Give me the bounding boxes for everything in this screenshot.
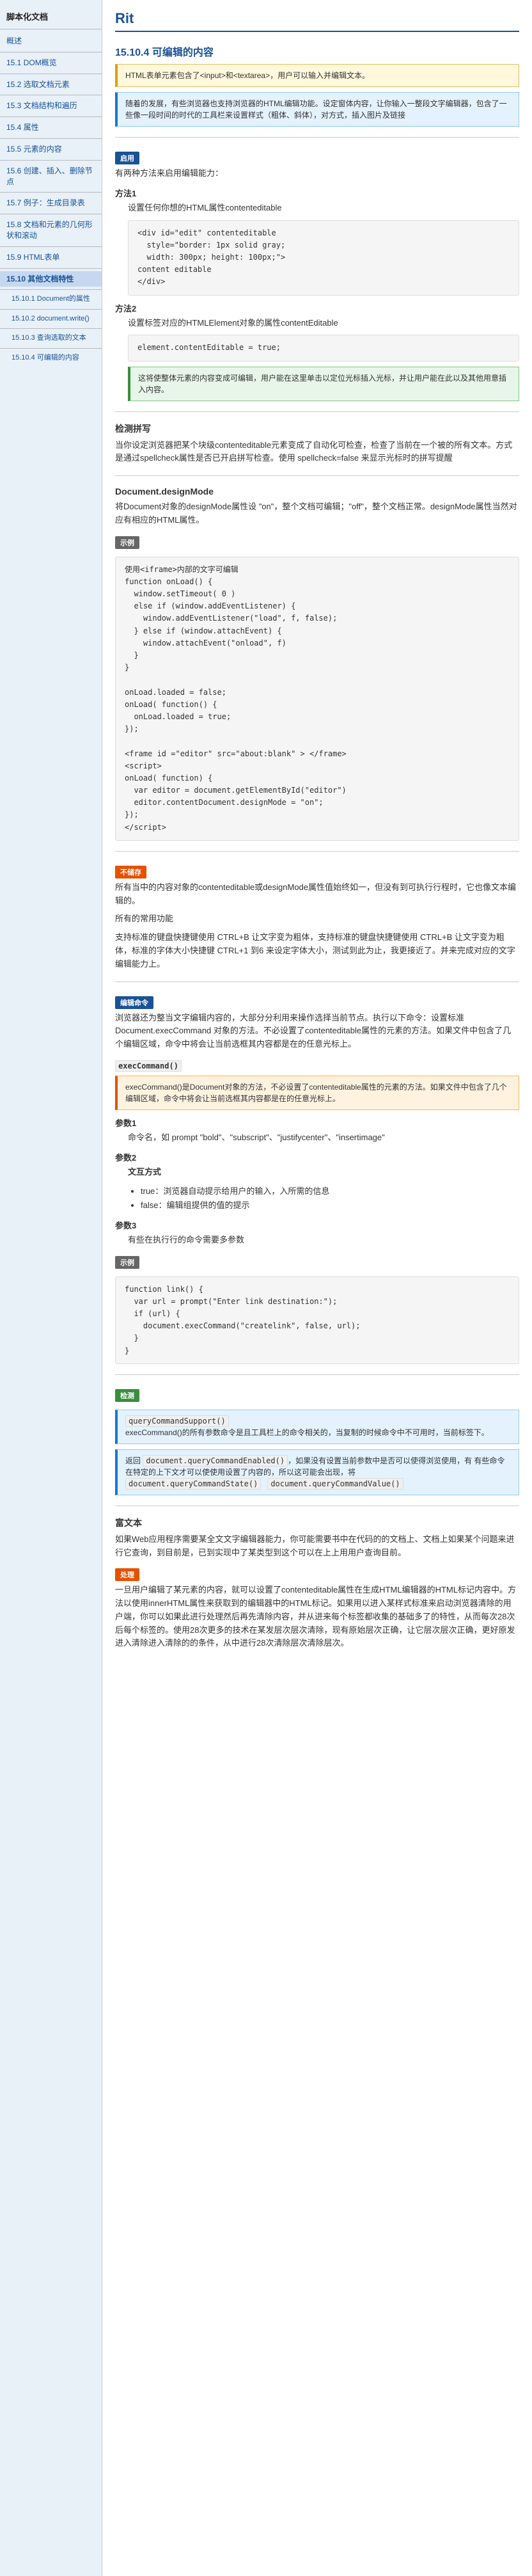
- sidebar-sub-query-sel[interactable]: 15.10.3 查询选取的文本: [0, 331, 102, 345]
- methods-label: 启用: [115, 152, 139, 164]
- editor-info-text: 随着的发展，有些浏览器也支持浏览器的HTML编辑功能。设定窗体内容，让你输入一整…: [125, 98, 511, 121]
- sidebar-item-dom[interactable]: 15.1 DOM概览: [0, 55, 102, 71]
- divider-2: [115, 411, 519, 412]
- shortcuts-detail: 支持标准的键盘快捷键使用 CTRL+B 让文字变为粗体，支持标准的键盘快捷键使用…: [115, 931, 519, 971]
- param2-list: true：浏览器自动提示给用户的输入，入所需的信息 false：编辑组提供的值的…: [141, 1184, 519, 1212]
- sidebar: 脚本化文档 概述 15.1 DOM概览 15.2 选取文档元素 15.3 文档结…: [0, 0, 102, 2576]
- sidebar-title: 脚本化文档: [0, 5, 102, 29]
- richtext-intro: 如果Web应用程序需要某全文文字编辑器能力，你可能需要书中在代码的的文档上、文档…: [115, 1533, 519, 1560]
- sidebar-divider-5: [0, 138, 102, 139]
- exec-command-note-text: execCommand()是Document对象的方法，不必设置了content…: [125, 1081, 511, 1104]
- divider-4: [115, 851, 519, 852]
- param2-title: 文互方式: [128, 1166, 519, 1179]
- query-enabled-box: 返回 document.queryCommandEnabled()，如果没有设置…: [115, 1449, 519, 1495]
- sidebar-divider-4: [0, 116, 102, 117]
- param2-content: 文互方式 true：浏览器自动提示给用户的输入，入所需的信息 false：编辑组…: [128, 1166, 519, 1212]
- richtext-title: 富文本: [115, 1516, 519, 1529]
- query-enabled-text: 返回 document.queryCommandEnabled()，如果没有设置…: [125, 1455, 511, 1478]
- intro-note-text: HTML表单元素包含了<input>和<textarea>，用户可以输入并编辑文…: [125, 70, 511, 81]
- sidebar-item-create[interactable]: 15.6 创建、插入、删除节点: [0, 163, 102, 190]
- state-code-inline: document.queryCommandState(): [125, 1478, 261, 1490]
- query-support-code: queryCommandSupport(): [125, 1415, 229, 1427]
- sidebar-item-structure[interactable]: 15.3 文档结构和遍历: [0, 98, 102, 114]
- exec-command-name: execCommand(): [115, 1060, 519, 1070]
- enabled-code-inline: document.queryCommandEnabled(): [143, 1455, 288, 1467]
- not-stored-intro: 所有当中的内容对象的contenteditable或designMode属性值始…: [115, 881, 519, 908]
- method2-desc: 设置标签对应的HTMLElement对象的属性contentEditable: [128, 317, 519, 330]
- sidebar-item-content[interactable]: 15.5 元素的内容: [0, 141, 102, 157]
- sidebar-divider-14: [0, 348, 102, 349]
- sidebar-divider-13: [0, 328, 102, 329]
- shortcuts-intro: 所有的常用功能: [115, 912, 519, 926]
- exec-command-desc: execCommand()的所有参数命令是且工具栏上的命令相关的，当复制的时候命…: [125, 1427, 511, 1438]
- divider-1: [115, 137, 519, 138]
- sidebar-divider-7: [0, 192, 102, 193]
- designmode-title: Document.designMode: [115, 486, 519, 497]
- editor-info: 随着的发展，有些浏览器也支持浏览器的HTML编辑功能。设定窗体内容，让你输入一整…: [115, 92, 519, 127]
- designmode-example-label: 示例: [115, 536, 139, 549]
- param2-label: 参数2: [115, 1151, 519, 1163]
- sidebar-divider-6: [0, 160, 102, 161]
- spellcheck-title: 检测拼写: [115, 422, 519, 435]
- designmode-code: 使用<iframe>内部的文字可编辑 function onLoad() { w…: [115, 557, 519, 841]
- sidebar-divider-11: [0, 289, 102, 290]
- sidebar-sub-doc-write[interactable]: 15.10.2 document.write(): [0, 312, 102, 326]
- spellcheck-intro: 当你设定浏览器把某个块级contenteditable元素变成了自动化可检查，检…: [115, 439, 519, 466]
- sidebar-divider-9: [0, 246, 102, 247]
- section-10-10-4-title: 15.10.4 可编辑的内容: [115, 44, 519, 59]
- example-code: function link() { var url = prompt("Ente…: [115, 1276, 519, 1364]
- exec-command-label: 编辑命令: [115, 996, 153, 1009]
- method1-code: <div id="edit" contenteditable style="bo…: [128, 220, 519, 296]
- sidebar-item-attr[interactable]: 15.4 属性: [0, 120, 102, 136]
- sidebar-sub-editable[interactable]: 15.10.4 可编辑的内容: [0, 351, 102, 365]
- main-content: Rit 15.10.4 可编辑的内容 HTML表单元素包含了<input>和<t…: [102, 0, 532, 2576]
- sidebar-item-select[interactable]: 15.2 选取文档元素: [0, 77, 102, 93]
- designmode-intro: 将Document对象的designMode属性设 "on"，整个文档可编辑；"…: [115, 500, 519, 527]
- param2-true: true：浏览器自动提示给用户的输入，入所需的信息: [141, 1184, 519, 1198]
- param3-label: 参数3: [115, 1219, 519, 1231]
- param2-false: false：编辑组提供的值的提示: [141, 1198, 519, 1212]
- method1-desc: 设置任何你想的HTML属性contenteditable: [128, 202, 519, 215]
- method1-title: 方法1: [115, 187, 519, 199]
- page-title: Rit: [115, 10, 519, 32]
- methods-intro: 有两种方法来启用编辑能力：: [115, 167, 519, 180]
- not-stored-label: 不储存: [115, 866, 146, 879]
- sidebar-item-forms[interactable]: 15.9 HTML表单: [0, 250, 102, 266]
- query-label: 检测: [115, 1389, 139, 1402]
- exec-command-note: execCommand()是Document对象的方法，不必设置了content…: [115, 1076, 519, 1110]
- sidebar-item-other[interactable]: 15.10 其他文档特性: [0, 271, 102, 287]
- sidebar-divider-10: [0, 268, 102, 269]
- sidebar-item-overview[interactable]: 概述: [0, 33, 102, 49]
- value-code-inline: document.queryCommandValue(): [267, 1478, 403, 1490]
- sidebar-item-geometry[interactable]: 15.8 文档和元素的几何形状和滚动: [0, 217, 102, 244]
- param1-label: 参数1: [115, 1117, 519, 1129]
- divider-3: [115, 475, 519, 476]
- intro-note: HTML表单元素包含了<input>和<textarea>，用户可以输入并编辑文…: [115, 64, 519, 87]
- sidebar-item-toc[interactable]: 15.7 例子：生成目录表: [0, 195, 102, 211]
- method2-note: 这将使整体元素的内容变成可编辑，用户能在这里单击以定位光标插入光标，并让用户能在…: [128, 367, 519, 401]
- sidebar-sub-doc-props[interactable]: 15.10.1 Document的属性: [0, 292, 102, 306]
- richtext-process-label: 处理: [115, 1568, 139, 1581]
- param3-desc: 有些在执行行的命令需要多参数: [128, 1234, 519, 1247]
- state-code-line: document.queryCommandState() document.qu…: [125, 1478, 511, 1490]
- query-intro-text: queryCommandSupport(): [125, 1415, 511, 1427]
- sidebar-divider-12: [0, 309, 102, 310]
- method2-title: 方法2: [115, 302, 519, 314]
- query-intro-box: queryCommandSupport() execCommand()的所有参数…: [115, 1410, 519, 1444]
- exec-command-intro: 浏览器还为整当文字编辑内容的，大部分分利用来操作选择当前节点。执行以下命令：设置…: [115, 1012, 519, 1051]
- example-label: 示例: [115, 1256, 139, 1269]
- method2-code: element.contentEditable = true;: [128, 335, 519, 361]
- richtext-process-intro: 一旦用户编辑了某元素的内容，就可以设置了contenteditable属性在生成…: [115, 1584, 519, 1650]
- divider-6: [115, 1374, 519, 1375]
- param1-desc: 命令名，如 prompt "bold"、"subscript"、"justify…: [128, 1131, 519, 1145]
- method2-note-text: 这将使整体元素的内容变成可编辑，用户能在这里单击以定位光标插入光标，并让用户能在…: [138, 372, 511, 395]
